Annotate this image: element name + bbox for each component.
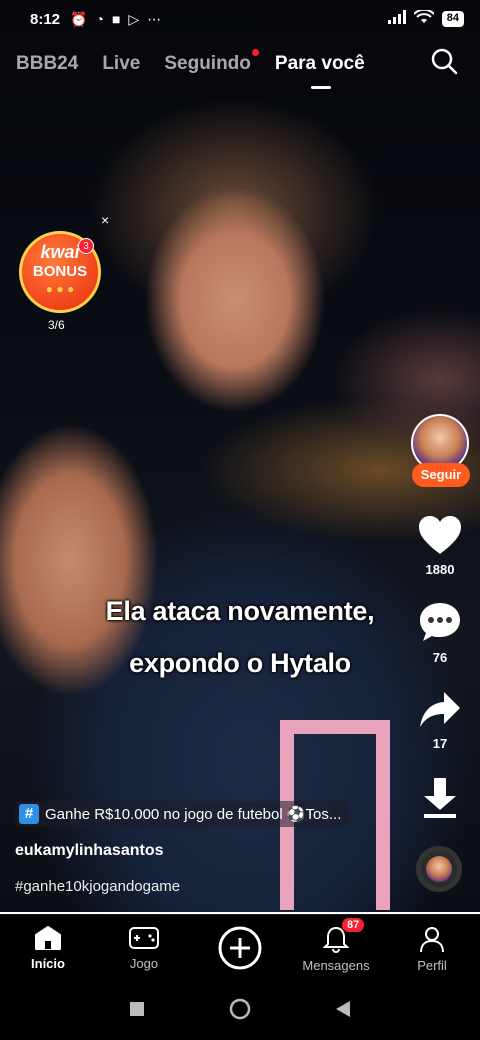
notification-icon: ◔ — [95, 11, 104, 27]
new-content-dot — [251, 49, 259, 56]
promo-chip[interactable]: # Ganhe R$10.000 no jogo de futebol ⚽Tos… — [15, 801, 350, 827]
nav-home[interactable]: Início — [0, 915, 96, 983]
promo-text: Ganhe R$10.000 no jogo de futebol ⚽Tos..… — [45, 806, 342, 823]
messages-badge: 87 — [342, 918, 365, 932]
bottom-nav: Início Jogo Mensagens 87 Perfil — [0, 915, 480, 983]
tab-following[interactable]: Seguindo — [164, 49, 259, 75]
system-nav-bar — [0, 983, 480, 1040]
video-progress-bar[interactable] — [0, 912, 480, 914]
plus-circle-icon — [218, 926, 262, 970]
create-button[interactable] — [192, 915, 288, 983]
bonus-progress: 3/6 — [48, 318, 65, 332]
like-button[interactable]: 1880 — [410, 514, 470, 577]
video-progress-fill — [0, 912, 480, 914]
share-count: 17 — [432, 736, 448, 751]
status-bar: 8:12 ⏰ ◔ ■ ▷ ⋯ 84 — [0, 0, 480, 38]
back-button[interactable] — [335, 1000, 351, 1023]
share-arrow-icon — [420, 692, 460, 727]
tab-live[interactable]: Live — [102, 53, 140, 75]
tab-following-label: Seguindo — [164, 53, 251, 74]
nav-messages[interactable]: Mensagens 87 — [288, 915, 384, 983]
profile-icon — [420, 927, 444, 953]
creator-username[interactable]: eukamylinhasantos — [15, 842, 164, 860]
nav-messages-label: Mensagens — [302, 958, 370, 973]
recents-button[interactable] — [129, 1001, 145, 1022]
share-button[interactable]: 17 — [410, 690, 470, 751]
video-camera-icon: ■ — [111, 11, 121, 27]
heart-icon — [419, 516, 461, 554]
subtitle-line-2: expondo o Hytalo — [129, 648, 351, 678]
hashtag-icon: # — [19, 804, 39, 824]
video-player[interactable] — [0, 0, 480, 915]
download-icon — [424, 778, 456, 818]
bonus-close-button[interactable]: × — [101, 212, 109, 228]
play-icon: ▷ — [128, 10, 140, 27]
home-system-button[interactable] — [229, 998, 251, 1025]
more-notifications: ⋯ — [147, 10, 162, 27]
nav-game[interactable]: Jogo — [96, 915, 192, 983]
status-time: 8:12 — [30, 10, 61, 28]
bonus-label: BONUS — [32, 263, 88, 280]
battery-indicator: 84 — [441, 11, 464, 27]
top-tabs: BBB24 Live Seguindo Para você — [0, 44, 480, 89]
alarm-icon: ⏰ — [70, 10, 88, 27]
wifi-icon — [413, 8, 435, 28]
nav-profile[interactable]: Perfil — [384, 915, 480, 983]
gamepad-icon — [129, 927, 159, 949]
music-disc-icon[interactable] — [416, 846, 462, 892]
like-count: 1880 — [425, 562, 455, 577]
nav-home-label: Início — [31, 956, 65, 971]
tab-for-you[interactable]: Para você — [275, 53, 365, 89]
follow-button[interactable]: Seguir — [412, 463, 470, 487]
coin-icon: ● ● ● — [45, 282, 75, 296]
signal-icon — [387, 10, 406, 28]
download-button[interactable] — [410, 776, 470, 826]
home-icon — [35, 926, 61, 950]
music-disc-avatar — [426, 856, 452, 882]
subtitle-line-1: Ela ataca novamente, — [105, 596, 375, 626]
nav-game-label: Jogo — [129, 956, 159, 971]
search-icon[interactable] — [430, 47, 458, 75]
video-hashtag[interactable]: #ganhe10kjogandogame — [15, 878, 180, 895]
bonus-badge: 3 — [78, 238, 94, 254]
tab-bbb24[interactable]: BBB24 — [16, 53, 78, 75]
nav-profile-label: Perfil — [417, 958, 447, 973]
